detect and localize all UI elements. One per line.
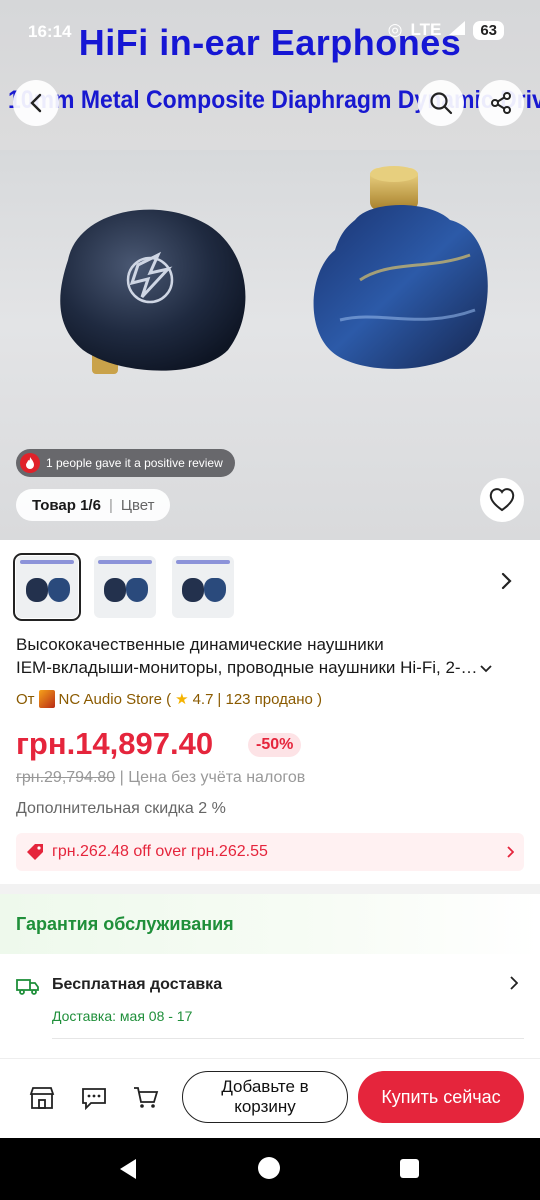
chevron-right-icon	[510, 976, 519, 990]
chat-button[interactable]	[80, 1084, 108, 1112]
thumbnail-3[interactable]	[172, 556, 234, 618]
truck-icon	[16, 976, 40, 1001]
store-rating: 4.7	[192, 690, 214, 708]
store-sold: | 123 продано )	[217, 690, 323, 708]
color-label: Цвет	[120, 496, 155, 514]
positive-review-text: 1 people gave it a positive review	[46, 456, 223, 470]
store-line[interactable]: От NC Audio Store ( ★ 4.7 | 123 продано …	[16, 690, 322, 708]
product-title-line-2: IEM-вкладыши-мониторы, проводные наушник…	[16, 656, 524, 679]
divider	[52, 1038, 524, 1039]
add-to-cart-line-2: корзину	[234, 1097, 296, 1116]
nav-back-button[interactable]	[118, 1158, 138, 1185]
add-to-cart-label: Добавьте в корзину	[221, 1077, 308, 1117]
thumbnail-strip	[13, 553, 234, 621]
add-to-cart-button[interactable]: Добавьте в корзину	[182, 1071, 348, 1123]
store-name[interactable]: NC Audio Store (	[59, 691, 172, 708]
store-logo	[38, 690, 55, 708]
chevron-left-icon	[30, 93, 42, 113]
battery-indicator: 63	[473, 20, 504, 40]
tax-note: | Цена без учёта налогов	[119, 769, 306, 786]
nav-home-button[interactable]	[258, 1157, 280, 1179]
thumbnails-next-button[interactable]	[500, 572, 512, 595]
status-time: 16:14	[28, 22, 72, 41]
heart-icon	[489, 488, 515, 512]
share-button[interactable]	[478, 80, 524, 126]
tag-icon	[27, 844, 43, 860]
add-to-cart-line-1: Добавьте в	[221, 1077, 309, 1096]
chevron-down-icon[interactable]	[479, 665, 492, 673]
flame-icon	[20, 453, 40, 473]
search-icon	[430, 92, 453, 115]
status-icons: ◎ LTE 63	[388, 20, 504, 40]
section-divider	[0, 884, 540, 894]
product-title-line-2-text: IEM-вкладыши-мониторы, проводные наушник…	[16, 658, 478, 677]
thumbnail-1[interactable]	[13, 553, 81, 621]
coupon-banner[interactable]: грн.262.48 off over грн.262.55	[16, 833, 524, 871]
positive-review-badge: 1 people gave it a positive review	[16, 449, 235, 477]
signal-icon	[449, 20, 466, 40]
nav-recents-button[interactable]	[400, 1159, 419, 1178]
store-prefix: От	[16, 690, 35, 708]
buy-now-button[interactable]: Купить сейчас	[358, 1071, 524, 1123]
product-title-line-1: Высококачественные динамические наушники	[16, 635, 384, 654]
image-counter: Товар 1/6	[32, 496, 101, 514]
thumbnail-2[interactable]	[94, 556, 156, 618]
product-image-gallery[interactable]: HiFi in-ear Earphones 10mm Metal Composi…	[0, 0, 540, 540]
price: грн.14,897.40	[16, 726, 214, 761]
old-price-line: грн.29,794.80 | Цена без учёта налогов	[16, 769, 305, 787]
cart-icon	[134, 1087, 159, 1108]
shipping-details-button[interactable]	[510, 976, 519, 995]
wishlist-button[interactable]	[480, 478, 524, 522]
cart-button[interactable]	[132, 1084, 160, 1112]
share-icon	[491, 92, 511, 114]
shipping-date: Доставка: мая 08 - 17	[52, 1008, 193, 1024]
extra-discount: Дополнительная скидка 2 %	[16, 800, 226, 817]
coupon-text: грн.262.48 off over грн.262.55	[52, 843, 268, 860]
star-icon: ★	[175, 691, 189, 708]
product-title[interactable]: Высококачественные динамические наушники…	[16, 633, 524, 679]
status-bar: 16:14 ◎ LTE 63	[0, 0, 540, 64]
search-button[interactable]	[418, 80, 464, 126]
back-button[interactable]	[13, 80, 59, 126]
network-type: LTE	[410, 20, 442, 39]
guarantee-title: Гарантия обслуживания	[16, 914, 234, 934]
chat-icon	[82, 1088, 106, 1110]
shipping-title[interactable]: Бесплатная доставка	[52, 976, 222, 994]
chevron-right-icon	[501, 572, 512, 590]
earphone-left-image	[60, 209, 246, 374]
store-icon	[29, 1087, 55, 1109]
separator: |	[108, 496, 113, 514]
old-price: грн.29,794.80	[16, 769, 116, 786]
wifi-calling-icon: ◎	[387, 20, 403, 39]
triangle-back-icon	[120, 1159, 136, 1179]
image-counter-pill[interactable]: Товар 1/6 | Цвет	[16, 489, 171, 521]
earphone-right-image	[313, 166, 488, 369]
discount-badge: -50%	[248, 733, 302, 757]
chevron-right-icon	[507, 846, 514, 858]
store-button[interactable]	[28, 1084, 56, 1112]
